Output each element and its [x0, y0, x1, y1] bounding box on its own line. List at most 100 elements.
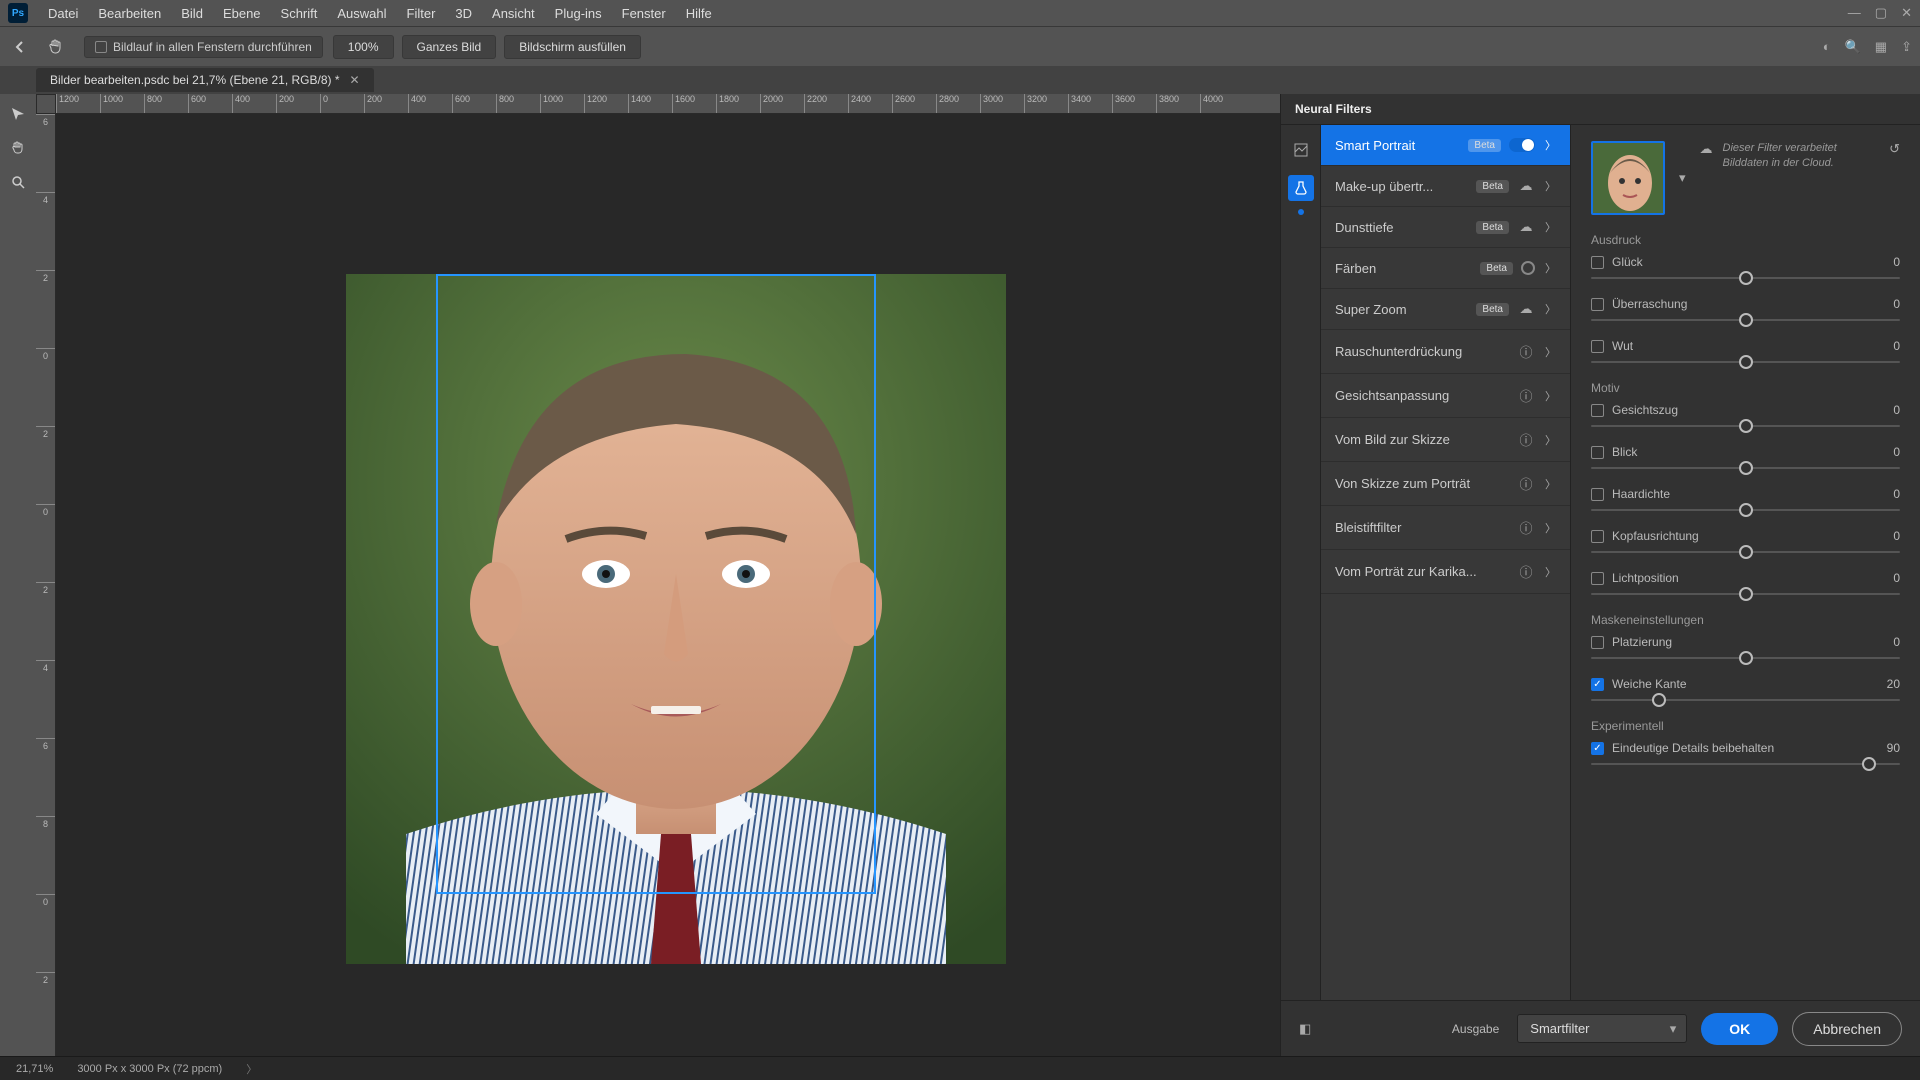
workspace-icon[interactable]: ▦ [1875, 39, 1887, 55]
slider-track[interactable] [1591, 467, 1900, 469]
slider-checkbox[interactable]: ✓ [1591, 678, 1604, 691]
slider-checkbox[interactable] [1591, 446, 1604, 459]
slider-thumb[interactable] [1862, 757, 1876, 771]
menu-schrift[interactable]: Schrift [271, 6, 328, 21]
preview-toggle-icon[interactable]: ◧ [1299, 1021, 1311, 1037]
slider-thumb[interactable] [1739, 545, 1753, 559]
menu-plug-ins[interactable]: Plug-ins [545, 6, 612, 21]
document-tab[interactable]: Bilder bearbeiten.psdc bei 21,7% (Ebene … [36, 68, 374, 92]
slider-thumb[interactable] [1739, 355, 1753, 369]
back-button[interactable] [8, 35, 32, 59]
close-tab-icon[interactable]: ✕ [350, 73, 360, 87]
slider-track[interactable] [1591, 763, 1900, 765]
slider-thumb[interactable] [1739, 271, 1753, 285]
scroll-all-checkbox[interactable]: Bildlauf in allen Fenstern durchführen [84, 36, 323, 58]
filter-row-f-rben[interactable]: FärbenBeta〉 [1321, 248, 1570, 289]
slider-track[interactable] [1591, 551, 1900, 553]
zoom-100-button[interactable]: 100% [333, 35, 394, 59]
close-icon[interactable]: ✕ [1901, 5, 1912, 21]
slider-track[interactable] [1591, 277, 1900, 279]
menu-hilfe[interactable]: Hilfe [676, 6, 722, 21]
ruler-v-tick: 2 [36, 270, 55, 283]
filter-row-dunsttiefe[interactable]: DunsttiefeBeta☁〉 [1321, 207, 1570, 248]
slider-track[interactable] [1591, 593, 1900, 595]
slider-checkbox[interactable] [1591, 404, 1604, 417]
fill-screen-button[interactable]: Bildschirm ausfüllen [504, 35, 641, 59]
slider-thumb[interactable] [1739, 461, 1753, 475]
cloud-download-icon[interactable]: ☁ [1517, 219, 1535, 235]
filter-row-super-zoom[interactable]: Super ZoomBeta☁〉 [1321, 289, 1570, 330]
slider-track[interactable] [1591, 509, 1900, 511]
filter-row-von-skizze-zum-portr-t[interactable]: Von Skizze zum Porträtⓘ〉 [1321, 462, 1570, 506]
filter-row-rauschunterdr-ckung[interactable]: Rauschunterdrückungⓘ〉 [1321, 330, 1570, 374]
toggle-off-icon[interactable] [1521, 261, 1535, 275]
cloud-sync-icon[interactable]: ◐ [1823, 39, 1831, 55]
cloud-download-icon[interactable]: ☁ [1517, 301, 1535, 317]
toggle-on-icon[interactable] [1509, 138, 1535, 152]
filter-row-vom-bild-zur-skizze[interactable]: Vom Bild zur Skizzeⓘ〉 [1321, 418, 1570, 462]
slider-checkbox[interactable] [1591, 636, 1604, 649]
menu-3d[interactable]: 3D [445, 6, 482, 21]
zoom-tool-icon[interactable] [6, 170, 30, 194]
slider-track[interactable] [1591, 657, 1900, 659]
slider-thumb[interactable] [1739, 419, 1753, 433]
filter-row-bleistiftfilter[interactable]: Bleistiftfilterⓘ〉 [1321, 506, 1570, 550]
status-chevron-icon[interactable]: 〉 [246, 1061, 257, 1077]
beta-badge: Beta [1476, 303, 1509, 316]
menu-ebene[interactable]: Ebene [213, 6, 271, 21]
menu-filter[interactable]: Filter [397, 6, 446, 21]
slider-checkbox[interactable] [1591, 340, 1604, 353]
move-tool-icon[interactable] [6, 102, 30, 126]
menu-fenster[interactable]: Fenster [612, 6, 676, 21]
info-icon[interactable]: ⓘ [1517, 430, 1535, 449]
category-featured-icon[interactable] [1288, 137, 1314, 163]
slider-checkbox[interactable]: ✓ [1591, 742, 1604, 755]
output-label: Ausgabe [1452, 1022, 1499, 1036]
info-icon[interactable]: ⓘ [1517, 386, 1535, 405]
info-icon[interactable]: ⓘ [1517, 518, 1535, 537]
slider-checkbox[interactable] [1591, 256, 1604, 269]
maximize-icon[interactable]: ▢ [1875, 5, 1887, 21]
filter-row-gesichtsanpassung[interactable]: Gesichtsanpassungⓘ〉 [1321, 374, 1570, 418]
info-icon[interactable]: ⓘ [1517, 342, 1535, 361]
slider-thumb[interactable] [1739, 503, 1753, 517]
info-icon[interactable]: ⓘ [1517, 474, 1535, 493]
slider-checkbox[interactable] [1591, 572, 1604, 585]
slider-checkbox[interactable] [1591, 298, 1604, 311]
hand-tool-icon[interactable] [6, 136, 30, 160]
slider-thumb[interactable] [1739, 651, 1753, 665]
search-icon[interactable]: 🔍 [1845, 39, 1861, 55]
ok-button[interactable]: OK [1701, 1013, 1778, 1045]
slider-checkbox[interactable] [1591, 488, 1604, 501]
menu-auswahl[interactable]: Auswahl [327, 6, 396, 21]
output-select[interactable]: Smartfilter [1517, 1014, 1687, 1043]
minimize-icon[interactable]: — [1848, 5, 1861, 21]
fit-image-button[interactable]: Ganzes Bild [402, 35, 497, 59]
info-icon[interactable]: ⓘ [1517, 562, 1535, 581]
share-icon[interactable]: ⇪ [1901, 39, 1912, 55]
face-dropdown-icon[interactable]: ▾ [1679, 170, 1686, 186]
menu-ansicht[interactable]: Ansicht [482, 6, 545, 21]
active-indicator-dot [1298, 209, 1304, 215]
menu-bild[interactable]: Bild [171, 6, 213, 21]
menu-bearbeiten[interactable]: Bearbeiten [88, 6, 171, 21]
slider-thumb[interactable] [1739, 587, 1753, 601]
slider-checkbox[interactable] [1591, 530, 1604, 543]
chevron-right-icon: 〉 [1545, 476, 1556, 492]
slider-track[interactable] [1591, 425, 1900, 427]
slider-track[interactable] [1591, 699, 1900, 701]
filter-row-smart-portrait[interactable]: Smart PortraitBeta〉 [1321, 125, 1570, 166]
slider-thumb[interactable] [1652, 693, 1666, 707]
reset-icon[interactable]: ↺ [1889, 141, 1900, 157]
face-thumbnail[interactable] [1591, 141, 1665, 215]
category-beta-icon[interactable] [1288, 175, 1314, 201]
menu-datei[interactable]: Datei [38, 6, 88, 21]
slider-track[interactable] [1591, 319, 1900, 321]
filter-row-vom-portr-t-zur-karika-[interactable]: Vom Porträt zur Karika...ⓘ〉 [1321, 550, 1570, 594]
filter-row-make-up-bertr-[interactable]: Make-up übertr...Beta☁〉 [1321, 166, 1570, 207]
canvas[interactable] [56, 114, 1280, 1056]
cancel-button[interactable]: Abbrechen [1792, 1012, 1902, 1046]
slider-thumb[interactable] [1739, 313, 1753, 327]
slider-track[interactable] [1591, 361, 1900, 363]
cloud-download-icon[interactable]: ☁ [1517, 178, 1535, 194]
